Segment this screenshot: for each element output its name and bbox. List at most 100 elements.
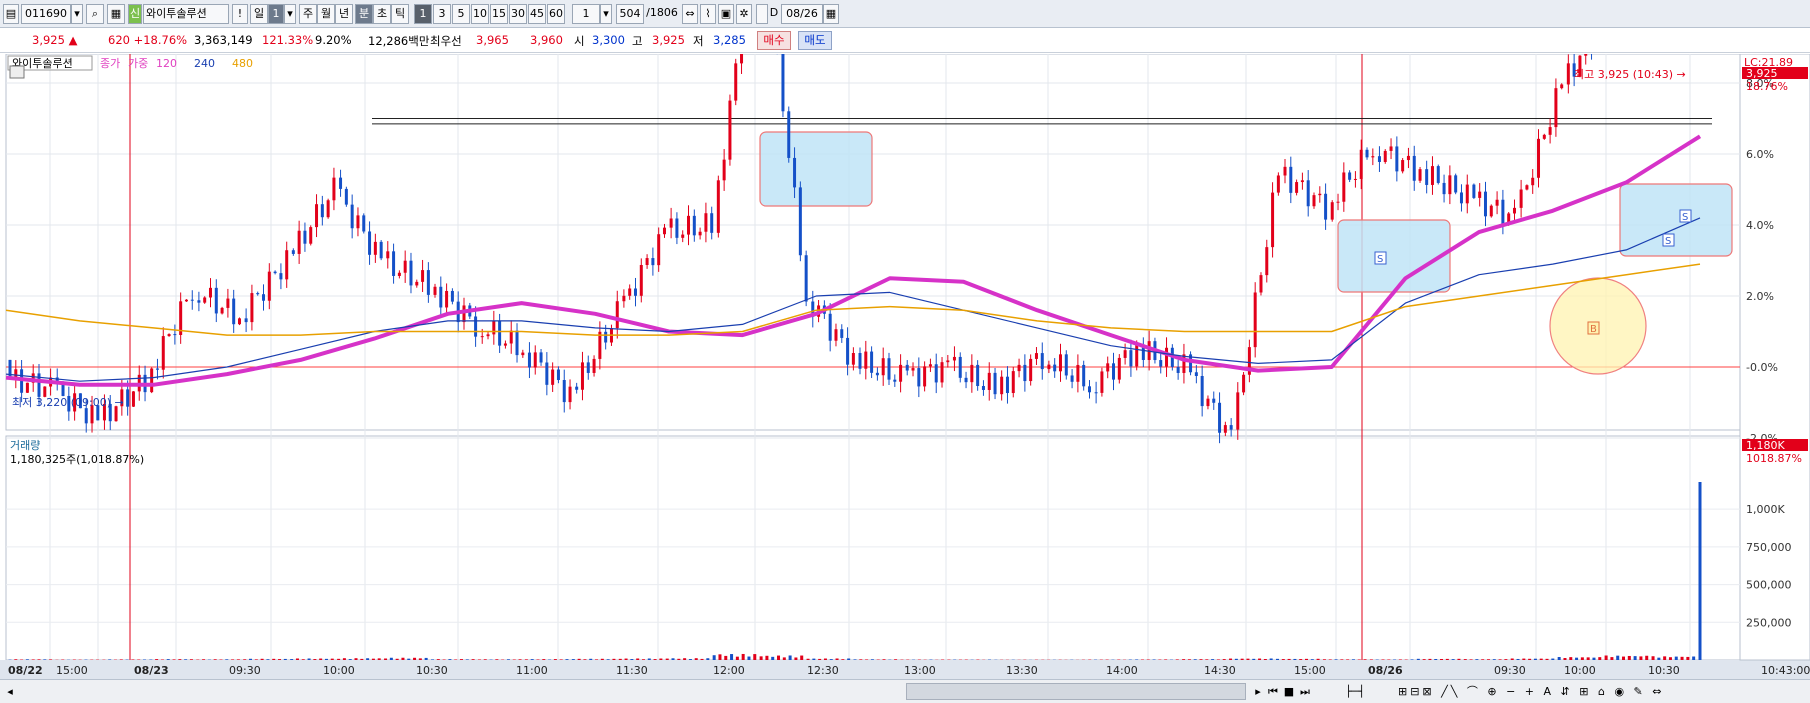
candle-body (1295, 182, 1299, 193)
interval-1[interactable]: 1 (414, 4, 432, 24)
slider-control-icon[interactable]: ├─┤ (1320, 683, 1390, 700)
volume-bar (653, 659, 657, 660)
stop-icon[interactable]: ■ (1282, 683, 1296, 700)
date-checkbox[interactable] (756, 4, 768, 24)
volume-bar (1592, 657, 1596, 660)
x-tick-label: 12:00 (713, 664, 745, 677)
candle-body (1465, 184, 1469, 204)
play-icon[interactable]: ⏭ (1298, 683, 1312, 700)
period-day[interactable]: 일 (250, 4, 268, 24)
stock-chart[interactable]: 16.0%14.0%12.0%10.0%8.0%6.0%4.0%2.0%-0.0… (0, 54, 1810, 679)
volume-bar (870, 659, 874, 660)
save-icon[interactable]: ▣ (718, 4, 734, 24)
volume-bar (1246, 658, 1250, 660)
candle-body (433, 286, 437, 295)
trade-amount: 12,286백만 (368, 34, 430, 48)
volume-bar (1357, 659, 1361, 660)
drawing-tools-icon[interactable]: ⊞⊟⊠ ╱╲ ⌒ ⊕ − + A ⇵ ⊞ ⌂ ◉ ✎ ⇔ (1398, 683, 1798, 700)
candle-body (326, 200, 330, 218)
new-badge-icon: 신 (128, 4, 142, 24)
high-label: 고 (632, 34, 643, 48)
candle-body (1560, 84, 1564, 89)
alert-icon[interactable]: ! (232, 4, 248, 24)
interval-3[interactable]: 3 (433, 4, 451, 24)
calendar-icon[interactable]: ▦ (823, 4, 839, 24)
volume-bar (665, 658, 669, 660)
settings-icon[interactable]: ✲ (736, 4, 752, 24)
candle-body (1312, 195, 1316, 207)
volume-bar (1351, 659, 1355, 660)
volume-bar (1316, 658, 1320, 660)
candle-body (858, 353, 862, 369)
period-week[interactable]: 주 (299, 4, 317, 24)
candle-body (350, 204, 354, 229)
volume-bar (1451, 659, 1455, 660)
candle-body (615, 301, 619, 329)
volume-bar (172, 659, 176, 660)
count-input[interactable]: 504 (616, 4, 644, 24)
interval-30[interactable]: 30 (509, 4, 527, 24)
period-minute[interactable]: 분 (355, 4, 373, 24)
volume-bar (624, 658, 628, 660)
scroll-left-icon[interactable]: ◂ (4, 683, 16, 700)
period-day-count[interactable]: 1 (268, 4, 284, 24)
chart-scrollbar[interactable]: ◂ ▸ ⏮ ■ ⏭ ├─┤ ⊞⊟⊠ ╱╲ ⌒ ⊕ − + A ⇵ ⊞ ⌂ ◉ ✎… (0, 679, 1810, 703)
volume-bar (1622, 656, 1626, 660)
candle-body (864, 351, 868, 369)
search-icon[interactable]: ⌕ (86, 4, 104, 24)
candle-body (220, 307, 224, 314)
period-dropdown-icon[interactable]: ▾ (284, 4, 296, 24)
period-year[interactable]: 년 (335, 4, 353, 24)
stock-code-input[interactable]: 011690 (21, 4, 71, 24)
candle-body (781, 54, 785, 112)
volume-bar (536, 659, 540, 660)
unit-dropdown-icon[interactable]: ▾ (600, 4, 612, 24)
interval-15[interactable]: 15 (490, 4, 508, 24)
volume-bar (142, 659, 146, 660)
scroll-thumb[interactable] (906, 683, 1246, 700)
volume-bar (465, 659, 469, 660)
volume-bar (806, 658, 810, 660)
buy-button[interactable]: 매수 (757, 31, 791, 50)
date-input[interactable]: 08/26 (781, 4, 823, 24)
stock-name-field[interactable]: 와이투솔루션 (143, 4, 229, 24)
unit-select[interactable]: 1 (572, 4, 600, 24)
interval-60[interactable]: 60 (547, 4, 565, 24)
zoom-icon[interactable]: ⇔ (682, 4, 698, 24)
volume-bar (448, 659, 452, 660)
sell-button[interactable]: 매도 (798, 31, 832, 50)
volume-bar (1680, 656, 1684, 660)
period-tick[interactable]: 틱 (391, 4, 409, 24)
volume-bar (671, 658, 675, 660)
interval-10[interactable]: 10 (471, 4, 489, 24)
candle-body (622, 295, 626, 302)
scroll-right-icon[interactable]: ▸ (1252, 683, 1264, 700)
interval-45[interactable]: 45 (528, 4, 546, 24)
candle-body (1459, 192, 1463, 204)
rewind-icon[interactable]: ⏮ (1266, 683, 1280, 700)
candle-body (970, 364, 974, 383)
volume-bar (483, 659, 487, 660)
sell-signal-text: S (1377, 254, 1383, 265)
candle-body (1472, 184, 1476, 198)
volume-bar (683, 658, 687, 660)
candle-body (150, 368, 154, 393)
candle-body (439, 286, 443, 308)
highlight-box (759, 131, 873, 207)
period-second[interactable]: 초 (373, 4, 391, 24)
period-month[interactable]: 월 (317, 4, 335, 24)
layout-icon[interactable]: ▦ (107, 4, 125, 24)
interval-5[interactable]: 5 (452, 4, 470, 24)
volume-bar (1369, 659, 1373, 660)
legend-item: 120 (156, 57, 177, 70)
draw-icon[interactable]: ⌇ (700, 4, 716, 24)
volume-bar (1440, 658, 1444, 660)
volume-bar (1539, 658, 1543, 660)
volume-bar (589, 658, 593, 660)
x-tick-label: 15:00 (1294, 664, 1326, 677)
code-dropdown-icon[interactable]: ▾ (71, 4, 83, 24)
panel-icon[interactable]: ▤ (3, 4, 19, 24)
candle-body (1034, 353, 1038, 359)
candle-body (386, 251, 390, 259)
candle-body (379, 241, 383, 259)
